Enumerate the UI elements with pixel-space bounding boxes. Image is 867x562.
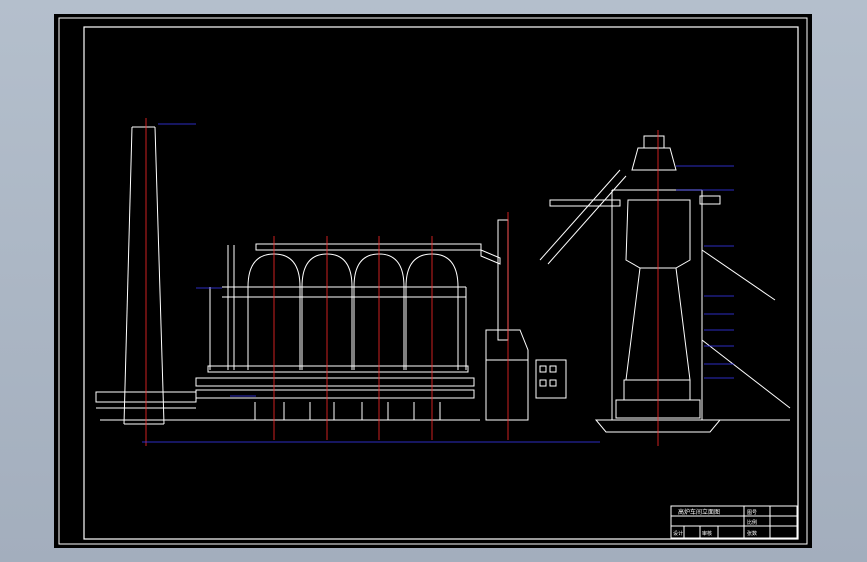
cad-viewport[interactable]: 高炉车间立面图 设计 审核 图号 比例 张数 [0, 0, 867, 562]
dust-catcher [485, 219, 567, 421]
title-block-sheets: 张数 [747, 530, 757, 537]
title-block-reviewer-label: 审核 [702, 530, 712, 537]
title-block-designer-label: 设计 [673, 530, 683, 537]
blast-furnace [539, 135, 791, 433]
title-block-drawing-no: 图号 [747, 510, 757, 516]
title-block-scale: 比例 [747, 519, 757, 526]
title-block-title: 高炉车间立面图 [678, 508, 720, 516]
centerlines [145, 118, 659, 446]
inner-border [83, 26, 799, 540]
annotation-leaders [142, 123, 734, 443]
outer-border [58, 17, 808, 545]
drawing-svg: 高炉车间立面图 设计 审核 图号 比例 张数 [58, 17, 808, 545]
hot-stoves [95, 243, 501, 421]
chimney [123, 126, 165, 425]
